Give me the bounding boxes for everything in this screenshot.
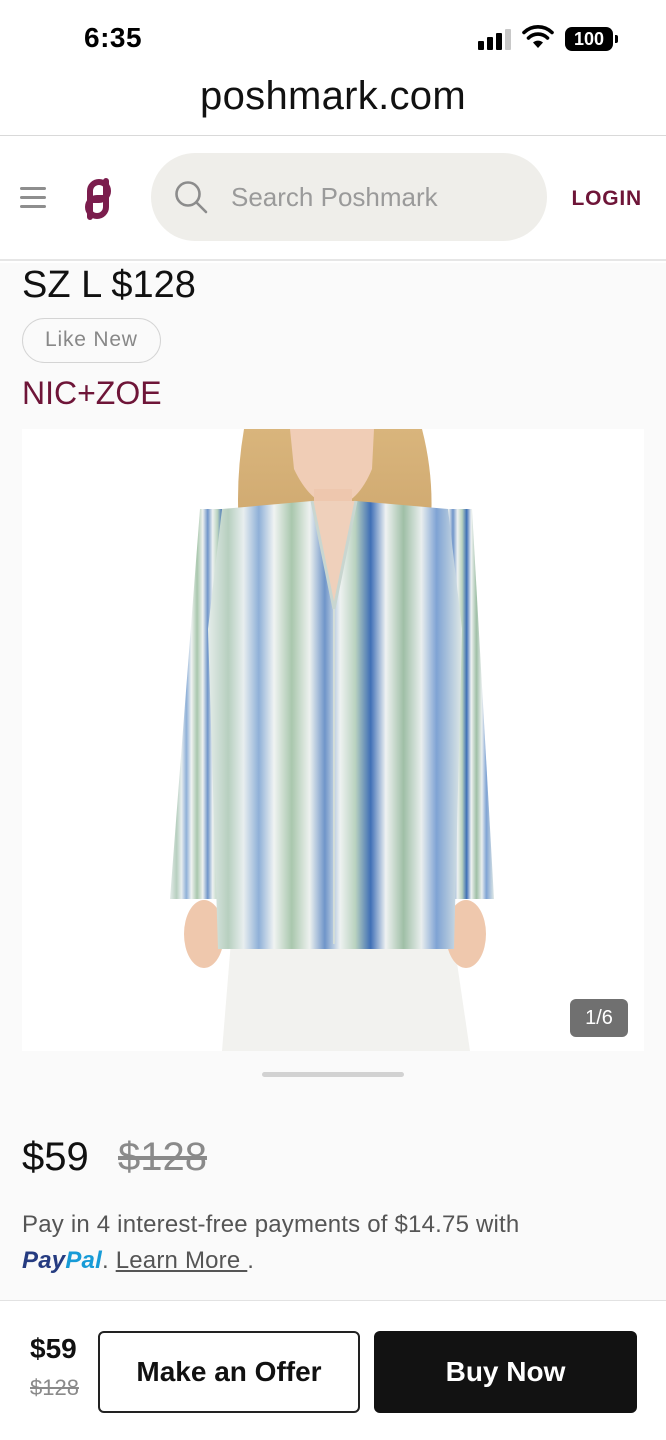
poshmark-logo-icon[interactable] xyxy=(76,177,120,221)
carousel-scroll-indicator xyxy=(262,1072,404,1077)
listing-size-price: SZ L $128 xyxy=(22,264,196,306)
search-bar[interactable] xyxy=(151,153,547,241)
wifi-icon xyxy=(522,25,554,48)
learn-more-link[interactable]: Learn More xyxy=(116,1247,248,1274)
bottom-action-bar: $59 $128 Make an Offer Buy Now xyxy=(0,1300,666,1440)
bottom-bar-original-price: $128 xyxy=(30,1375,79,1400)
paypal-installment-info: Pay in 4 interest-free payments of $14.7… xyxy=(22,1207,642,1279)
login-link[interactable]: LOGIN xyxy=(572,187,643,211)
paypal-logo: PayPal xyxy=(22,1247,102,1274)
payment-text: Pay in 4 interest-free payments of $14.7… xyxy=(22,1211,520,1238)
paypal-pay-text: Pay xyxy=(22,1247,66,1274)
product-photo xyxy=(22,429,644,1051)
make-offer-button[interactable]: Make an Offer xyxy=(98,1331,360,1413)
buy-now-button[interactable]: Buy Now xyxy=(374,1331,637,1413)
search-input[interactable] xyxy=(231,173,531,221)
brand-link[interactable]: NIC+ZOE xyxy=(22,375,162,412)
trailing-period: . xyxy=(247,1247,255,1274)
hamburger-menu-icon[interactable] xyxy=(20,187,46,209)
bottom-bar-price: $59 xyxy=(30,1333,77,1364)
paypal-pal-text: Pal xyxy=(65,1247,102,1274)
listing-price: $59 xyxy=(22,1135,89,1179)
site-header: LOGIN xyxy=(0,137,666,261)
image-counter: 1/6 xyxy=(570,999,628,1037)
cellular-signal-icon xyxy=(478,28,514,50)
url-text[interactable]: poshmark.com xyxy=(0,68,666,124)
status-bar: 6:35 100 xyxy=(0,0,666,68)
browser-address-bar[interactable]: poshmark.com xyxy=(0,68,666,136)
condition-badge: Like New xyxy=(22,318,161,363)
paypal-period: . xyxy=(101,1247,109,1274)
status-time: 6:35 xyxy=(84,22,143,53)
battery-icon: 100 xyxy=(565,27,618,51)
listing-content: SZ L $128 Like New NIC+ZOE 1/6 $59 $128 … xyxy=(0,263,666,1300)
search-icon xyxy=(175,181,208,214)
listing-original-price: $128 xyxy=(118,1135,207,1179)
product-image[interactable]: 1/6 xyxy=(22,429,644,1051)
